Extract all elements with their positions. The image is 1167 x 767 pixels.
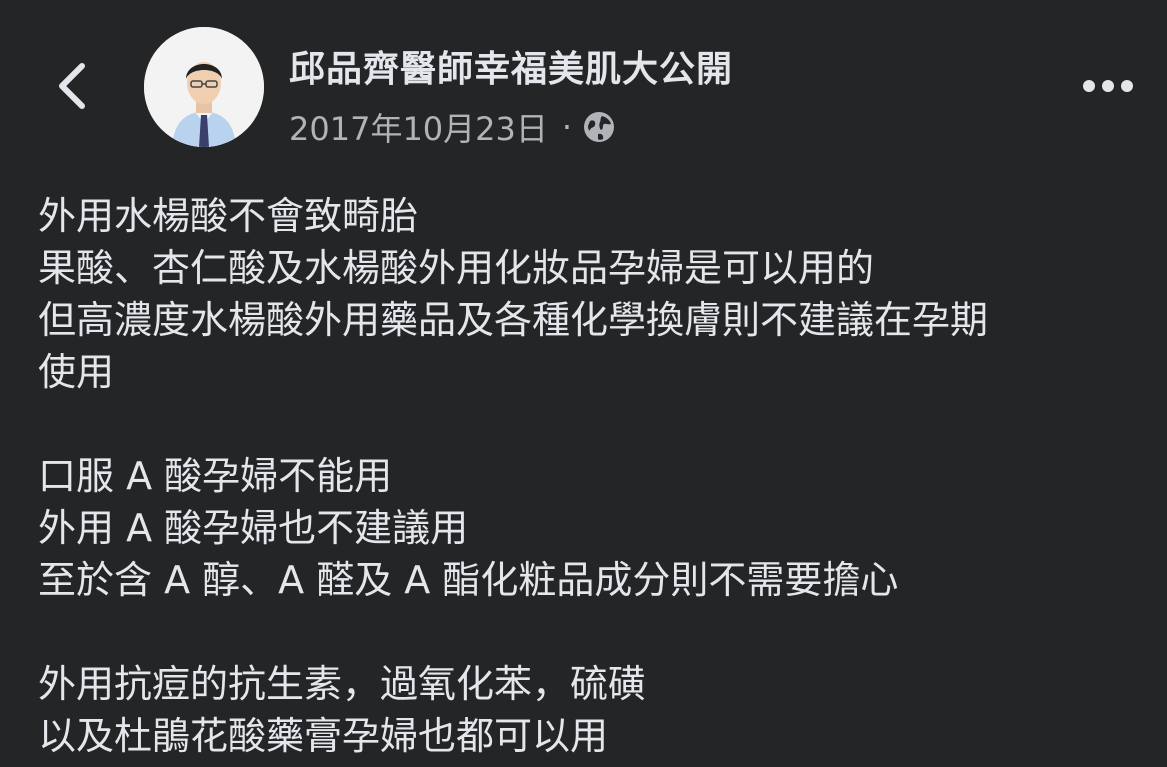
post-line: 但高濃度水楊酸外用藥品及各種化學換膚則不建議在孕期 — [38, 298, 989, 342]
post-line: 外用抗痘的抗生素，過氧化苯，硫磺 — [38, 662, 647, 706]
post-paragraph: 外用抗痘的抗生素，過氧化苯，硫磺 以及杜鵑花酸藥膏孕婦也都可以用 — [38, 658, 1138, 762]
avatar-image — [144, 27, 264, 147]
chevron-left-icon — [59, 63, 85, 109]
post-paragraph: 口服 A 酸孕婦不能用 外用 A 酸孕婦也不建議用 至於含 A 醇、A 醛及 A… — [38, 450, 1138, 606]
post-line: 至於含 A 醇、A 醛及 A 酯化粧品成分則不需要擔心 — [38, 558, 899, 602]
post-page: 邱品齊醫師幸福美肌大公開 2017年10月23日 · 外用水楊酸不會致畸胎 果酸… — [0, 0, 1167, 767]
more-horizontal-icon — [1083, 80, 1133, 92]
page-name[interactable]: 邱品齊醫師幸福美肌大公開 — [289, 40, 733, 92]
post-line: 外用 A 酸孕婦也不建議用 — [38, 506, 469, 550]
globe-icon — [584, 112, 615, 142]
post-header: 邱品齊醫師幸福美肌大公開 2017年10月23日 · — [0, 0, 1167, 170]
post-line: 口服 A 酸孕婦不能用 — [38, 454, 393, 498]
post-line: 果酸、杏仁酸及水楊酸外用化妝品孕婦是可以用的 — [38, 246, 875, 290]
back-button[interactable] — [44, 56, 100, 116]
post-line: 使用 — [38, 350, 115, 394]
post-body: 外用水楊酸不會致畸胎 果酸、杏仁酸及水楊酸外用化妝品孕婦是可以用的 但高濃度水楊… — [38, 190, 1138, 762]
post-paragraph: 外用水楊酸不會致畸胎 果酸、杏仁酸及水楊酸外用化妝品孕婦是可以用的 但高濃度水楊… — [38, 190, 1138, 398]
meta-separator: · — [561, 108, 573, 146]
post-line: 外用水楊酸不會致畸胎 — [38, 194, 419, 238]
post-date[interactable]: 2017年10月23日 — [289, 104, 548, 150]
more-options-button[interactable] — [1078, 68, 1138, 104]
post-line: 以及杜鵑花酸藥膏孕婦也都可以用 — [38, 714, 609, 758]
avatar[interactable] — [144, 27, 264, 147]
post-meta: 2017年10月23日 · — [289, 104, 616, 150]
